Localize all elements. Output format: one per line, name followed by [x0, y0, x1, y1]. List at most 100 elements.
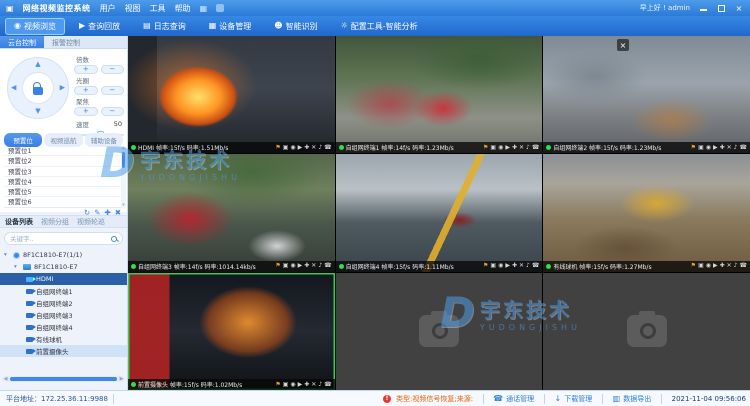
close-stream-icon[interactable]: ✕ — [727, 145, 732, 151]
video-tile-adhoc2[interactable]: 自组网终端2 帧率:15f/s 码率:1.23Mb/s ⚑ ▣ ◉ ▶ ✚ ✕ … — [543, 36, 750, 153]
close-stream-icon[interactable]: ✕ — [727, 263, 732, 269]
minimize-button[interactable] — [698, 3, 708, 13]
zoom-in-icon[interactable]: ✚ — [512, 145, 517, 151]
snapshot-icon[interactable]: ▣ — [490, 145, 496, 151]
close-stream-icon[interactable]: ✕ — [311, 145, 316, 151]
tab-video-cruise[interactable]: 视频巡航 — [44, 133, 82, 147]
video-tile-wired[interactable]: 有线球机 帧率:15f/s 码率:1.27Mb/s ⚑ ▣ ◉ ▶ ✚ ✕ ♪ … — [543, 154, 750, 271]
flag-icon[interactable]: ⚑ — [691, 263, 696, 269]
toolbar-config-tool[interactable]: ☼ 配置工具-智能分析 — [332, 18, 427, 35]
scroll-up-icon[interactable]: ▴ — [121, 146, 126, 151]
talk-icon[interactable]: ☎ — [532, 263, 539, 269]
focus-plus-button[interactable]: + — [74, 107, 98, 116]
toolbar-device-mgmt[interactable]: ▦ 设备管理 — [200, 18, 261, 35]
data-export-button[interactable]: ▥ 数据导出 — [613, 394, 652, 404]
preset-item[interactable]: 预置位6 — [4, 197, 123, 207]
tree-node-device[interactable]: ▾ 8F1C1810-E7 — [0, 261, 127, 273]
iris-minus-button[interactable]: − — [101, 86, 125, 95]
menu-user[interactable]: 用户 — [100, 3, 116, 14]
tree-hscrollbar[interactable]: ◀ ▶ — [2, 376, 125, 382]
expand-icon[interactable]: ▾ — [4, 252, 10, 258]
talk-icon[interactable]: ☎ — [324, 263, 331, 269]
search-icon[interactable] — [111, 236, 117, 242]
audio-icon[interactable]: ♪ — [318, 263, 322, 269]
video-tile-empty[interactable] — [543, 273, 750, 390]
tree-channel-adhoc2[interactable]: 自组网终端2 — [0, 297, 127, 309]
preset-item[interactable]: 预置位2 — [4, 156, 123, 166]
alert-message[interactable]: 类型:视频信号恢复;来源:HDMI;描述:设备:8F1C1810-E7; — [396, 394, 473, 404]
snapshot-icon[interactable]: ▣ — [698, 263, 704, 269]
play-icon[interactable]: ▶ — [505, 145, 510, 151]
record-icon[interactable]: ◉ — [498, 263, 503, 269]
tab-alarm-control[interactable]: 报警控制 — [44, 36, 88, 48]
zoom-in-icon[interactable]: ✚ — [512, 263, 517, 269]
flag-icon[interactable]: ⚑ — [483, 145, 488, 151]
zoom-in-icon[interactable]: ✚ — [304, 145, 309, 151]
search-input[interactable] — [10, 235, 111, 243]
video-tile-adhoc1[interactable]: 自组网终端1 帧率:14f/s 码率:1.23Mb/s ⚑ ▣ ◉ ▶ ✚ ✕ … — [336, 36, 543, 153]
snapshot-icon[interactable]: ▣ — [698, 145, 704, 151]
play-icon[interactable]: ▶ — [713, 263, 718, 269]
audio-icon[interactable]: ♪ — [318, 382, 322, 388]
talk-icon[interactable]: ☎ — [324, 382, 331, 388]
layout-grid-icon[interactable]: ▦ — [200, 4, 208, 13]
tree-channel-front-cam[interactable]: 前置摄像头 — [0, 345, 127, 357]
scroll-left-icon[interactable]: ◀ — [2, 376, 9, 382]
snapshot-icon[interactable]: ▣ — [490, 263, 496, 269]
ptz-center-button[interactable] — [22, 72, 54, 104]
tree-node-platform[interactable]: ▾ 8F1C1810-E7(1/1) — [0, 249, 127, 261]
toolbar-query-playback[interactable]: ▶ 查询回放 — [70, 18, 129, 35]
video-tile-adhoc4[interactable]: 自组网终端4 帧率:15f/s 码率:1.11Mb/s ⚑ ▣ ◉ ▶ ✚ ✕ … — [336, 154, 543, 271]
tab-ptz-control[interactable]: 云台控制 — [0, 36, 44, 48]
flag-icon[interactable]: ⚑ — [275, 145, 280, 151]
record-icon[interactable]: ◉ — [498, 145, 503, 151]
menu-tools[interactable]: 工具 — [150, 3, 166, 14]
tree-channel-hdmi[interactable]: HDMI — [0, 273, 127, 285]
tree-channel-adhoc1[interactable]: 自组网终端1 — [0, 285, 127, 297]
flag-icon[interactable]: ⚑ — [275, 382, 280, 388]
snapshot-icon[interactable]: ▣ — [283, 382, 289, 388]
talk-icon[interactable]: ☎ — [740, 263, 747, 269]
talk-icon[interactable]: ☎ — [532, 145, 539, 151]
tree-hscrollbar-thumb[interactable] — [10, 377, 117, 381]
flag-icon[interactable]: ⚑ — [691, 145, 696, 151]
scroll-right-icon[interactable]: ▶ — [118, 376, 125, 382]
tab-video-tour[interactable]: 视频轮巡 — [77, 217, 105, 227]
ptz-down-icon[interactable]: ▼ — [35, 108, 40, 115]
zoom-minus-button[interactable]: − — [101, 65, 125, 74]
snapshot-icon[interactable]: ▣ — [283, 145, 289, 151]
tab-presets[interactable]: 预置位 — [4, 133, 42, 147]
focus-minus-button[interactable]: − — [101, 107, 125, 116]
flag-icon[interactable]: ⚑ — [275, 263, 280, 269]
record-icon[interactable]: ◉ — [290, 145, 295, 151]
zoom-plus-button[interactable]: + — [74, 65, 98, 74]
tab-device-list[interactable]: 设备列表 — [5, 217, 33, 227]
tree-channel-wired[interactable]: 有线球机 — [0, 333, 127, 345]
toolbar-ai-recognition[interactable]: ☻ 智能识别 — [265, 18, 326, 35]
zoom-in-icon[interactable]: ✚ — [720, 145, 725, 151]
video-tile-empty[interactable] — [336, 273, 543, 390]
flag-icon[interactable]: ⚑ — [483, 263, 488, 269]
iris-plus-button[interactable]: + — [74, 86, 98, 95]
record-icon[interactable]: ◉ — [290, 263, 295, 269]
tree-channel-adhoc3[interactable]: 自组网终端3 — [0, 309, 127, 321]
call-management-button[interactable]: ☎ 通话管理 — [493, 394, 534, 404]
audio-icon[interactable]: ♪ — [526, 145, 530, 151]
play-icon[interactable]: ▶ — [505, 263, 510, 269]
video-tile-adhoc3[interactable]: 自组网终端3 帧率:14f/s 码率:1014.14kb/s ⚑ ▣ ◉ ▶ ✚… — [128, 154, 335, 271]
audio-icon[interactable]: ♪ — [318, 145, 322, 151]
toolbar-video-browse[interactable]: ◉ 视频浏览 — [5, 18, 65, 35]
close-stream-icon[interactable]: ✕ — [519, 263, 524, 269]
play-icon[interactable]: ▶ — [713, 145, 718, 151]
ptz-up-icon[interactable]: ▲ — [35, 61, 40, 68]
tab-aux-device[interactable]: 辅助设备 — [85, 133, 123, 147]
expand-icon[interactable]: ▾ — [14, 264, 20, 270]
preset-item[interactable]: 预置位4 — [4, 177, 123, 187]
talk-icon[interactable]: ☎ — [324, 145, 331, 151]
video-tile-front-cam[interactable]: 前置摄像头 帧率:15f/s 码率:1.02Mb/s ⚑ ▣ ◉ ▶ ✚ ✕ ♪… — [128, 273, 335, 390]
tree-channel-adhoc4[interactable]: 自组网终端4 — [0, 321, 127, 333]
snapshot-icon[interactable]: ▣ — [283, 263, 289, 269]
menu-view[interactable]: 视图 — [125, 3, 141, 14]
close-stream-icon[interactable]: ✕ — [311, 382, 316, 388]
play-icon[interactable]: ▶ — [298, 145, 303, 151]
